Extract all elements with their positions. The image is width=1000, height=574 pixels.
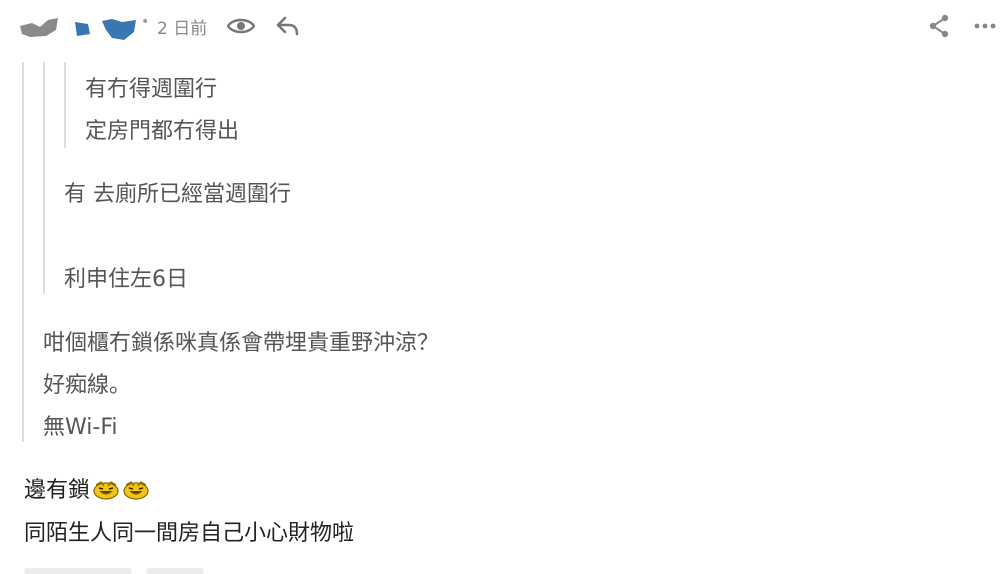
post-header: • 2 日前: [0, 0, 1000, 52]
more-icon: [974, 23, 996, 29]
more-button[interactable]: [970, 12, 1000, 40]
post-time: 2 日前: [157, 19, 208, 39]
reply-line: 邊有鎖: [24, 472, 150, 504]
quote-bar-level3: [64, 62, 66, 148]
laughing-emoji-icon: [123, 481, 149, 500]
reply-icon: [276, 16, 299, 36]
laughing-emoji-icon: [93, 481, 119, 500]
quote-level2-line: 利申住左6日: [64, 267, 188, 292]
eye-icon: [227, 18, 255, 34]
reply-text: 邊有鎖: [24, 478, 91, 503]
vote-down-button[interactable]: [146, 568, 204, 574]
quote-bar-level1: [22, 62, 24, 442]
redacted-name-blob: [20, 18, 58, 37]
share-button[interactable]: [924, 12, 954, 40]
vote-up-button[interactable]: [24, 568, 132, 574]
quote-bar-level2: [43, 62, 45, 294]
share-icon: [929, 14, 949, 38]
view-count-button[interactable]: [226, 12, 256, 40]
quote-level1-line: 無Wi-Fi: [43, 415, 118, 440]
user-badge-icon[interactable]: [72, 20, 94, 38]
quote-level3-line: 定房門都冇得出: [85, 119, 240, 144]
quote-level1-line: 咁個櫃冇鎖係咪真係會帶埋貴重野沖涼？: [43, 331, 440, 356]
reply-line: 同陌生人同一間房自己小心財物啦: [24, 521, 355, 546]
username-link[interactable]: [100, 16, 140, 44]
quote-level1-line: 好痴線。: [43, 373, 132, 398]
reply-button[interactable]: [272, 12, 302, 40]
separator-dot: •: [141, 14, 150, 30]
quote-level3-line: 有冇得週圍行: [85, 77, 218, 102]
quote-level2-line: 有 去廁所已經當週圍行: [64, 182, 291, 207]
